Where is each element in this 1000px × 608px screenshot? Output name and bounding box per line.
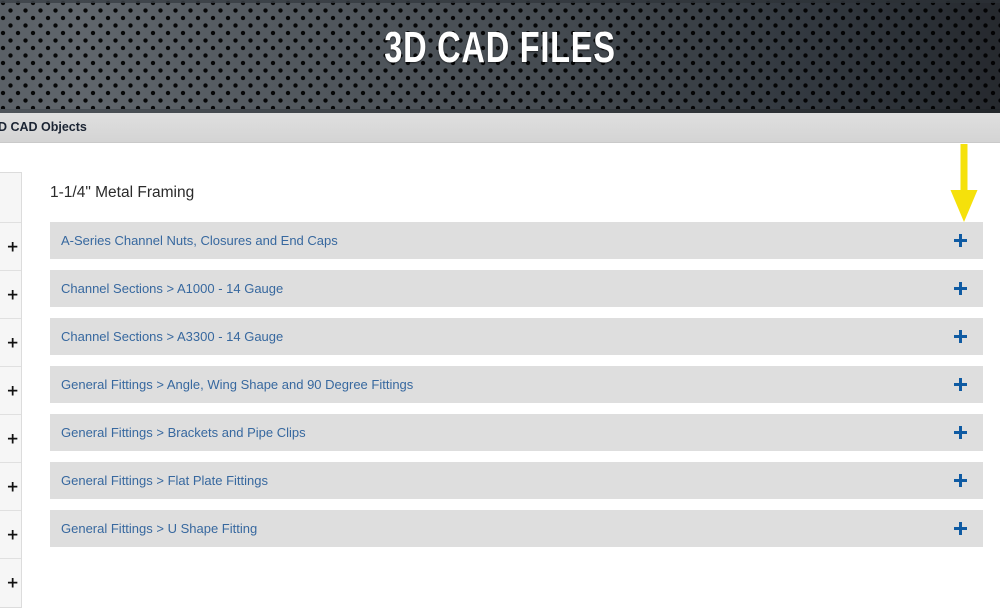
plus-icon[interactable] bbox=[937, 462, 983, 499]
plus-icon[interactable]: + bbox=[6, 527, 19, 542]
sidebar-item[interactable]: + bbox=[0, 367, 21, 415]
accordion-row[interactable]: General Fittings > U Shape Fitting bbox=[50, 510, 983, 547]
accordion-row-label[interactable]: Channel Sections > A3300 - 14 Gauge bbox=[61, 318, 283, 355]
accordion-row[interactable]: General Fittings > Flat Plate Fittings bbox=[50, 462, 983, 499]
plus-icon[interactable]: + bbox=[6, 239, 19, 254]
plus-icon[interactable] bbox=[937, 318, 983, 355]
sidebar-item[interactable]: + bbox=[0, 223, 21, 271]
accordion-row-label[interactable]: General Fittings > Brackets and Pipe Cli… bbox=[61, 414, 306, 451]
page-header-banner: 3D CAD FILES bbox=[0, 0, 1000, 113]
plus-icon[interactable]: + bbox=[6, 335, 19, 350]
accordion-row[interactable]: A-Series Channel Nuts, Closures and End … bbox=[50, 222, 983, 259]
sidebar-item[interactable]: + bbox=[0, 415, 21, 463]
sidebar-item[interactable]: + bbox=[0, 463, 21, 511]
accordion-row[interactable]: General Fittings > Brackets and Pipe Cli… bbox=[50, 414, 983, 451]
plus-icon[interactable] bbox=[937, 222, 983, 259]
plus-icon[interactable]: + bbox=[6, 383, 19, 398]
accordion-row-label[interactable]: A-Series Channel Nuts, Closures and End … bbox=[61, 222, 338, 259]
plus-icon[interactable] bbox=[937, 270, 983, 307]
breadcrumb-current-page[interactable]: 3D CAD Objects bbox=[0, 120, 87, 134]
plus-icon[interactable]: + bbox=[6, 575, 19, 591]
plus-icon[interactable]: + bbox=[6, 431, 19, 446]
accordion-row[interactable]: General Fittings > Angle, Wing Shape and… bbox=[50, 366, 983, 403]
breadcrumb-bar: 3D CAD Objects bbox=[0, 113, 1000, 143]
section-heading: 1-1/4" Metal Framing bbox=[50, 184, 195, 201]
plus-icon[interactable]: + bbox=[6, 479, 19, 494]
accordion-row-label[interactable]: General Fittings > U Shape Fitting bbox=[61, 510, 257, 547]
accordion-row[interactable]: Channel Sections > A1000 - 14 Gauge bbox=[50, 270, 983, 307]
page-title: 3D CAD FILES bbox=[384, 23, 616, 72]
accordion-row[interactable]: Channel Sections > A3300 - 14 Gauge bbox=[50, 318, 983, 355]
plus-icon[interactable] bbox=[937, 510, 983, 547]
plus-icon[interactable] bbox=[937, 414, 983, 451]
accordion-row-label[interactable]: General Fittings > Angle, Wing Shape and… bbox=[61, 366, 413, 403]
header-top-edge bbox=[0, 0, 1000, 3]
sidebar-item[interactable]: + bbox=[0, 271, 21, 319]
sidebar-item[interactable]: + bbox=[0, 319, 21, 367]
sidebar-item[interactable] bbox=[0, 173, 21, 223]
accordion-row-label[interactable]: General Fittings > Flat Plate Fittings bbox=[61, 462, 268, 499]
sidebar-item[interactable]: + bbox=[0, 511, 21, 559]
plus-icon[interactable]: + bbox=[6, 287, 19, 302]
plus-icon[interactable] bbox=[937, 366, 983, 403]
sidebar-item[interactable]: + bbox=[0, 559, 21, 607]
accordion-list: A-Series Channel Nuts, Closures and End … bbox=[50, 222, 983, 558]
left-sidebar-panel: + + + + + + + + bbox=[0, 172, 22, 608]
accordion-row-label[interactable]: Channel Sections > A1000 - 14 Gauge bbox=[61, 270, 283, 307]
main-content-area: 1-1/4" Metal Framing A-Series Channel Nu… bbox=[22, 143, 1000, 553]
